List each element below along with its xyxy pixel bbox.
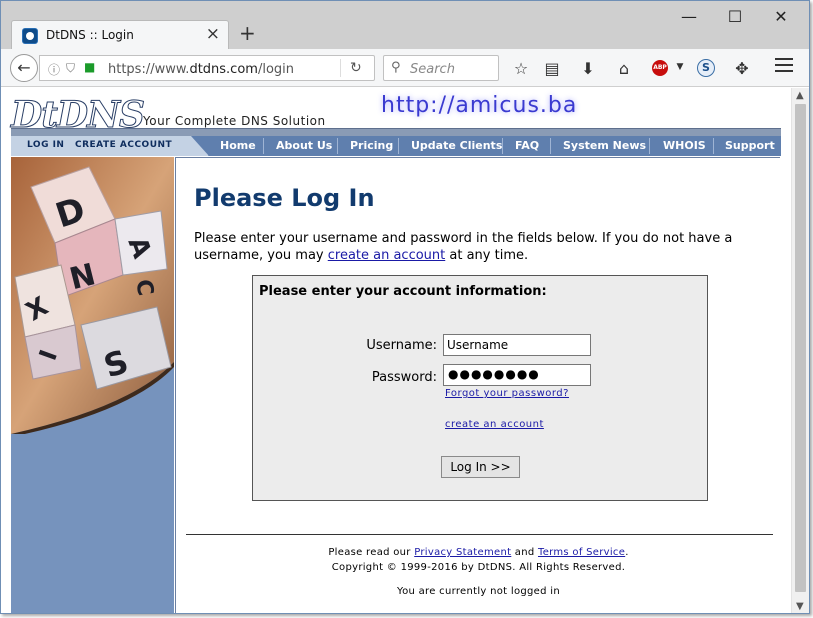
favicon-icon <box>22 28 38 44</box>
new-tab-button[interactable]: + <box>239 21 256 45</box>
adblock-dropdown-icon[interactable]: ▼ <box>669 62 691 72</box>
nav-separator <box>502 138 503 154</box>
vertical-scrollbar[interactable]: ▲ ▼ <box>791 88 809 613</box>
nav-pricing[interactable]: Pricing <box>350 139 393 152</box>
create-account-link[interactable]: CREATE ACCOUNT <box>75 140 172 150</box>
back-arrow-icon: ← <box>17 58 31 77</box>
window-close-button[interactable]: ✕ <box>766 7 796 26</box>
tab-title: DtDNS :: Login <box>46 28 134 42</box>
left-sidebar: D N A C X I S <box>11 157 174 613</box>
browser-tab[interactable]: DtDNS :: Login × <box>11 20 229 50</box>
site-tagline: Your Complete DNS Solution <box>143 114 326 128</box>
scroll-thumb[interactable] <box>795 104 806 592</box>
nav-separator <box>337 138 338 154</box>
star-icon[interactable]: ☆ <box>510 59 532 78</box>
nav-separator <box>263 138 264 154</box>
scroll-up-icon[interactable]: ▲ <box>796 90 804 101</box>
page-title: Please Log In <box>194 184 375 212</box>
login-form: Please enter your account information: U… <box>252 275 708 501</box>
watermark: http://amicus.ba <box>381 93 578 118</box>
back-button[interactable]: ← <box>10 54 38 82</box>
main-nav: LOG IN CREATE ACCOUNT Home About Us Pric… <box>11 136 781 156</box>
login-button[interactable]: Log In >> <box>441 456 520 478</box>
address-bar[interactable]: ⓘ ⛉ ■ https://www.dtdns.com/login ↻ <box>39 55 375 81</box>
copyright-text: Copyright © 1999-2016 by DtDNS. All Righ… <box>331 562 626 573</box>
browser-window: DtDNS :: Login × + — ☐ ✕ ← ⓘ ⛉ ■ https:/… <box>0 0 810 614</box>
forgot-password-link[interactable]: Forgot your password? <box>445 388 569 399</box>
nav-whois[interactable]: WHOIS <box>663 139 706 152</box>
tab-close-icon[interactable]: × <box>206 24 220 44</box>
search-icon: ⚲ <box>391 60 401 75</box>
nav-separator <box>649 138 650 154</box>
shield-icon[interactable]: ⛉ <box>66 61 75 76</box>
lock-icon[interactable]: ■ <box>84 60 95 74</box>
reload-icon[interactable]: ↻ <box>350 60 362 76</box>
nav-update-clients[interactable]: Update Clients <box>411 139 502 152</box>
adblock-icon[interactable]: ABP <box>652 60 668 76</box>
reader-icon[interactable]: ▤ <box>541 59 563 78</box>
url-text[interactable]: https://www.dtdns.com/login <box>108 62 294 77</box>
nav-separator <box>550 138 551 154</box>
info-icon[interactable]: ⓘ <box>48 61 60 78</box>
username-label: Username: <box>366 338 437 353</box>
create-account-link-form[interactable]: create an account <box>445 419 544 430</box>
username-input[interactable] <box>443 334 591 356</box>
nav-support[interactable]: Support <box>725 139 775 152</box>
password-input[interactable]: ●●●●●●●● <box>443 364 591 386</box>
footer-divider <box>186 534 773 535</box>
nav-faq[interactable]: FAQ <box>515 139 539 152</box>
nav-separator <box>398 138 399 154</box>
intro-text: Please enter your username and password … <box>194 231 733 263</box>
extension-icon[interactable]: ✥ <box>731 59 753 78</box>
privacy-statement-link[interactable]: Privacy Statement <box>414 547 511 558</box>
page-viewport: DtDNS Your Complete DNS Solution http://… <box>1 88 791 613</box>
search-bar[interactable]: ⚲ Search <box>383 55 499 81</box>
dns-dice-image: D N A C X I S <box>11 157 174 434</box>
login-link[interactable]: LOG IN <box>27 140 64 150</box>
scroll-down-icon[interactable]: ▼ <box>796 601 804 612</box>
intro-create-account-link[interactable]: create an account <box>328 248 446 263</box>
password-label: Password: <box>371 370 437 385</box>
nav-about-us[interactable]: About Us <box>276 139 332 152</box>
window-minimize-button[interactable]: — <box>674 7 704 26</box>
window-maximize-button[interactable]: ☐ <box>720 7 750 26</box>
footer-legal: Please read our Privacy Statement and Te… <box>328 547 629 558</box>
terms-of-service-link[interactable]: Terms of Service <box>538 547 625 558</box>
download-icon[interactable]: ⬇ <box>577 59 599 78</box>
account-nav: LOG IN CREATE ACCOUNT <box>11 136 209 156</box>
nav-system-news[interactable]: System News <box>563 139 646 152</box>
s-icon[interactable]: S <box>697 59 715 77</box>
home-icon[interactable]: ⌂ <box>613 59 635 78</box>
nav-separator <box>713 138 714 154</box>
tab-bar: DtDNS :: Login × + — ☐ ✕ <box>1 1 809 50</box>
login-status: You are currently not logged in <box>397 586 560 597</box>
menu-icon[interactable] <box>775 58 793 76</box>
main-content: Please Log In Please enter your username… <box>175 157 780 613</box>
navigation-toolbar: ← ⓘ ⛉ ■ https://www.dtdns.com/login ↻ ⚲ … <box>1 49 809 87</box>
url-separator <box>340 59 341 77</box>
header-divider <box>11 128 781 136</box>
password-mask: ●●●●●●●● <box>448 367 540 381</box>
nav-home[interactable]: Home <box>220 139 256 152</box>
login-form-heading: Please enter your account information: <box>259 284 547 299</box>
search-placeholder: Search <box>410 62 455 77</box>
